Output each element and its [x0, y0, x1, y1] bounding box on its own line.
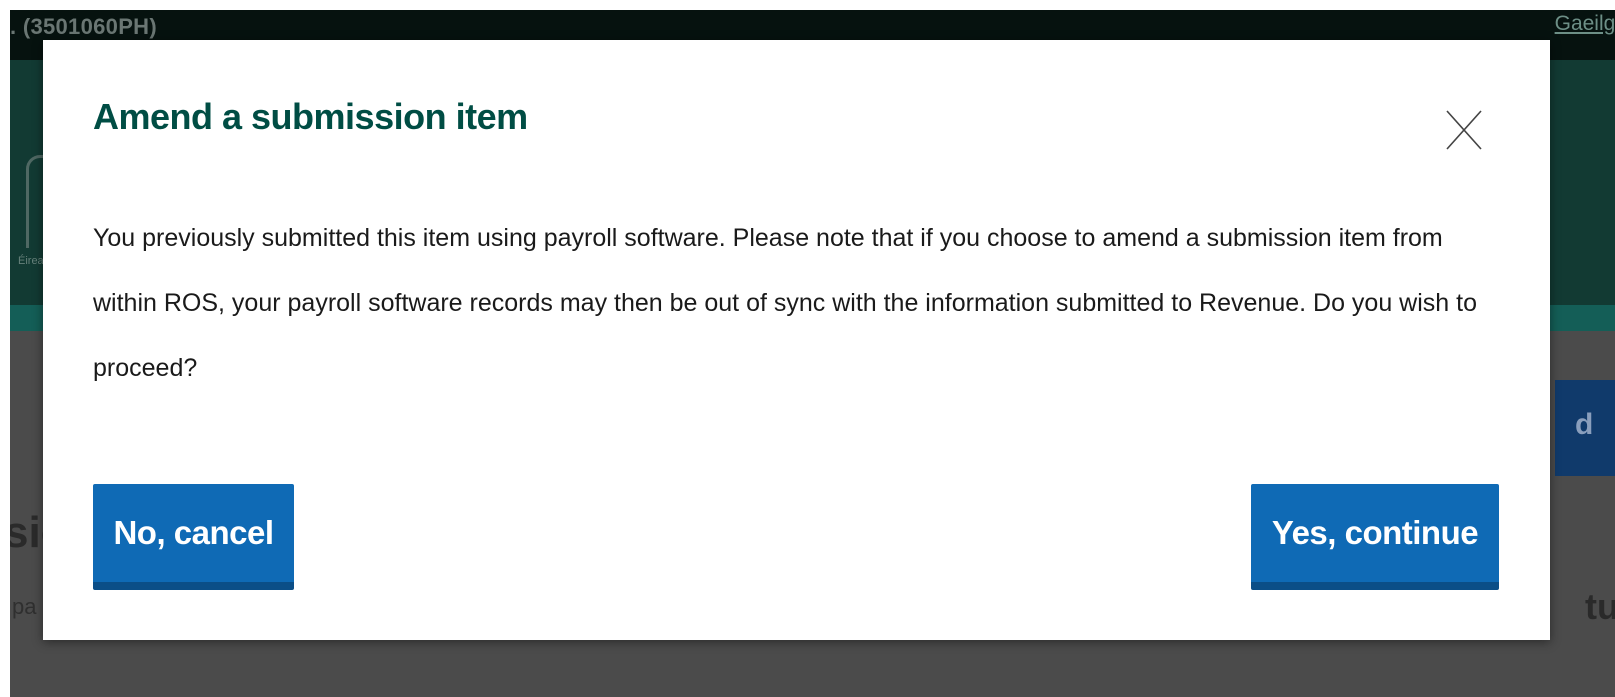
cancel-button[interactable]: No, cancel — [93, 484, 294, 590]
account-identifier: . (3501060PH) — [10, 14, 157, 39]
background-text: pa — [12, 594, 37, 619]
continue-button[interactable]: Yes, continue — [1251, 484, 1499, 590]
background-button: d — [1555, 380, 1615, 476]
close-button[interactable] — [1444, 108, 1484, 152]
language-link[interactable]: Gaeilge — [1555, 12, 1615, 36]
dialog-message: You previously submitted this item using… — [93, 224, 1477, 382]
close-icon — [1446, 110, 1482, 150]
background-button-label: d — [1575, 408, 1594, 441]
background-right-text: tu — [1585, 586, 1615, 627]
amend-submission-dialog: Amend a submission item You previously s… — [43, 40, 1550, 640]
dialog-title: Amend a submission item — [93, 96, 528, 137]
